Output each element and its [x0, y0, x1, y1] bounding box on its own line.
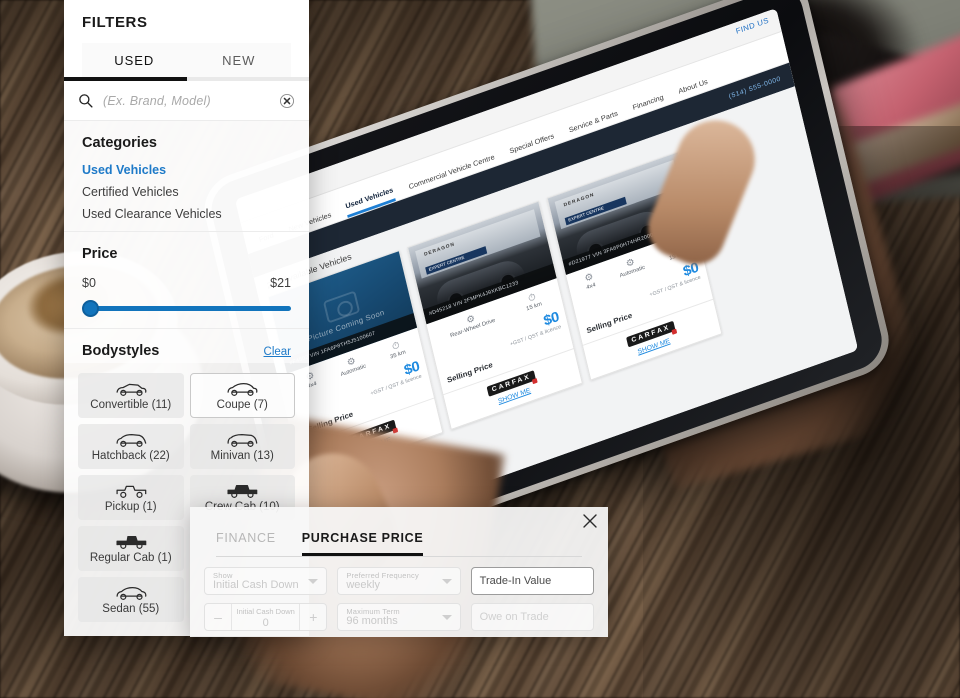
search-row[interactable]: (Ex. Brand, Model): [64, 81, 309, 121]
tab-used[interactable]: USED: [82, 43, 187, 77]
chevron-down-icon[interactable]: [308, 579, 319, 584]
bodystyle-hatchback[interactable]: Hatchback (22): [78, 424, 184, 469]
spec-odometer: ⏱15 km: [523, 291, 543, 314]
minivan-icon: [227, 433, 258, 447]
bodystyle-regular-cab[interactable]: Regular Cab (1): [78, 526, 184, 571]
payment-fields-grid: Show Initial Cash Down Preferred Frequen…: [190, 557, 608, 641]
bodystyle-sedan[interactable]: Sedan (55): [78, 577, 184, 622]
cash-down-value-wrap: Initial Cash Down 0: [231, 604, 301, 630]
bodystyles-title: Bodystyles: [82, 343, 160, 359]
frequency-select[interactable]: Preferred Frequency weekly: [337, 567, 461, 595]
filters-title: FILTERS: [82, 14, 148, 31]
frequency-select-value: weekly: [346, 578, 380, 591]
price-min-label: $0: [82, 276, 96, 290]
cash-down-value[interactable]: 0: [232, 617, 299, 629]
categories-header: Categories: [82, 135, 291, 151]
price-max-label: $21: [270, 276, 291, 290]
bodystyle-pickup[interactable]: Pickup (1): [78, 475, 184, 520]
price-slider-handle[interactable]: [82, 300, 99, 317]
cash-down-stepper[interactable]: – Initial Cash Down 0 +: [204, 603, 328, 631]
owe-on-trade-placeholder: Owe on Trade: [479, 611, 549, 623]
clear-circle-icon[interactable]: [279, 93, 295, 109]
price-title: Price: [82, 246, 118, 262]
coupe-icon: [227, 382, 258, 396]
spec-drivetrain: ⚙ 4x4: [583, 271, 597, 292]
show-select-label: Show: [213, 571, 233, 580]
price-slider-track[interactable]: [86, 306, 291, 311]
show-select-value: Initial Cash Down: [213, 578, 299, 591]
spec-transmission: ⚙ Automatic: [617, 255, 646, 281]
bodystyle-label: Convertible (11): [90, 399, 172, 411]
bodystyles-section: Bodystyles Clear: [64, 329, 309, 363]
owe-on-trade-field[interactable]: Owe on Trade: [470, 603, 594, 631]
bodystyle-coupe[interactable]: Coupe (7): [189, 373, 295, 418]
sedan-icon: [116, 586, 147, 600]
store-sign: DERAGON: [423, 241, 456, 258]
bodystyle-convertible[interactable]: Convertible (11): [78, 373, 184, 418]
tab-underline-inactive: [187, 77, 310, 81]
search-input[interactable]: (Ex. Brand, Model): [103, 94, 269, 108]
bodystyle-label: Coupe (7): [216, 399, 268, 411]
convertible-icon: [116, 383, 147, 396]
tab-underline: [64, 77, 309, 81]
price-slider[interactable]: [82, 298, 291, 318]
category-certified-vehicles[interactable]: Certified Vehicles: [82, 185, 291, 199]
tab-underline-active: [64, 77, 187, 81]
pickup-icon: [116, 485, 147, 498]
frequency-select-label: Preferred Frequency: [346, 571, 419, 580]
category-used-vehicles[interactable]: Used Vehicles: [82, 163, 291, 177]
maximum-term-value: 96 months: [346, 614, 398, 627]
bodystyle-label: Pickup (1): [104, 501, 157, 513]
trade-in-value-field[interactable]: Trade-In Value: [470, 567, 594, 595]
store-sign: DERAGON: [563, 192, 596, 209]
tab-finance[interactable]: FINANCE: [216, 531, 276, 556]
bodystyles-header: Bodystyles Clear: [82, 343, 291, 359]
maximum-term-select[interactable]: Maximum Term 96 months: [337, 603, 461, 631]
trade-in-value-placeholder: Trade-In Value: [479, 575, 552, 587]
show-select[interactable]: Show Initial Cash Down: [204, 567, 328, 595]
categories-title: Categories: [82, 135, 157, 151]
bodystyles-clear-link[interactable]: Clear: [264, 346, 291, 358]
tab-purchase-price[interactable]: PURCHASE PRICE: [301, 531, 424, 556]
bodystyle-label: Regular Cab (1): [89, 552, 172, 564]
chevron-down-icon[interactable]: [441, 579, 452, 584]
price-section: Price $0 $21: [64, 232, 309, 329]
payment-options-panel: FINANCE PURCHASE PRICE Show Initial Cash…: [190, 507, 608, 637]
price-range-labels: $0 $21: [82, 276, 291, 290]
cash-down-decrement-button[interactable]: –: [205, 609, 231, 625]
cash-down-label: Initial Cash Down: [236, 607, 295, 616]
spec-transmission: ⚙ Automatic: [338, 354, 367, 380]
spec-odometer: ⏱ 35 km: [387, 340, 407, 363]
hatchback-icon: [116, 433, 147, 447]
find-us-link[interactable]: FIND US: [735, 16, 770, 36]
cash-down-increment-button[interactable]: +: [300, 609, 326, 625]
close-icon[interactable]: [583, 514, 597, 528]
chevron-down-icon[interactable]: [441, 615, 452, 620]
bodystyle-label: Sedan (55): [102, 603, 160, 615]
filters-header: FILTERS USED NEW: [64, 0, 309, 77]
categories-list: Used Vehicles Certified Vehicles Used Cl…: [82, 163, 291, 221]
tab-new[interactable]: NEW: [187, 43, 292, 77]
payment-tabs: FINANCE PURCHASE PRICE: [190, 507, 608, 556]
price-header: Price: [82, 246, 291, 262]
search-icon: [79, 94, 93, 108]
category-used-clearance-vehicles[interactable]: Used Clearance Vehicles: [82, 207, 291, 221]
bodystyle-label: Minivan (13): [210, 450, 274, 462]
categories-section: Categories Used Vehicles Certified Vehic…: [64, 121, 309, 232]
regularcab-icon: [116, 535, 147, 549]
bodystyle-minivan[interactable]: Minivan (13): [189, 424, 295, 469]
maximum-term-label: Maximum Term: [346, 607, 400, 616]
bodystyle-label: Hatchback (22): [91, 450, 170, 462]
condition-tabs: USED NEW: [82, 43, 291, 77]
crewcab-icon: [227, 484, 258, 498]
